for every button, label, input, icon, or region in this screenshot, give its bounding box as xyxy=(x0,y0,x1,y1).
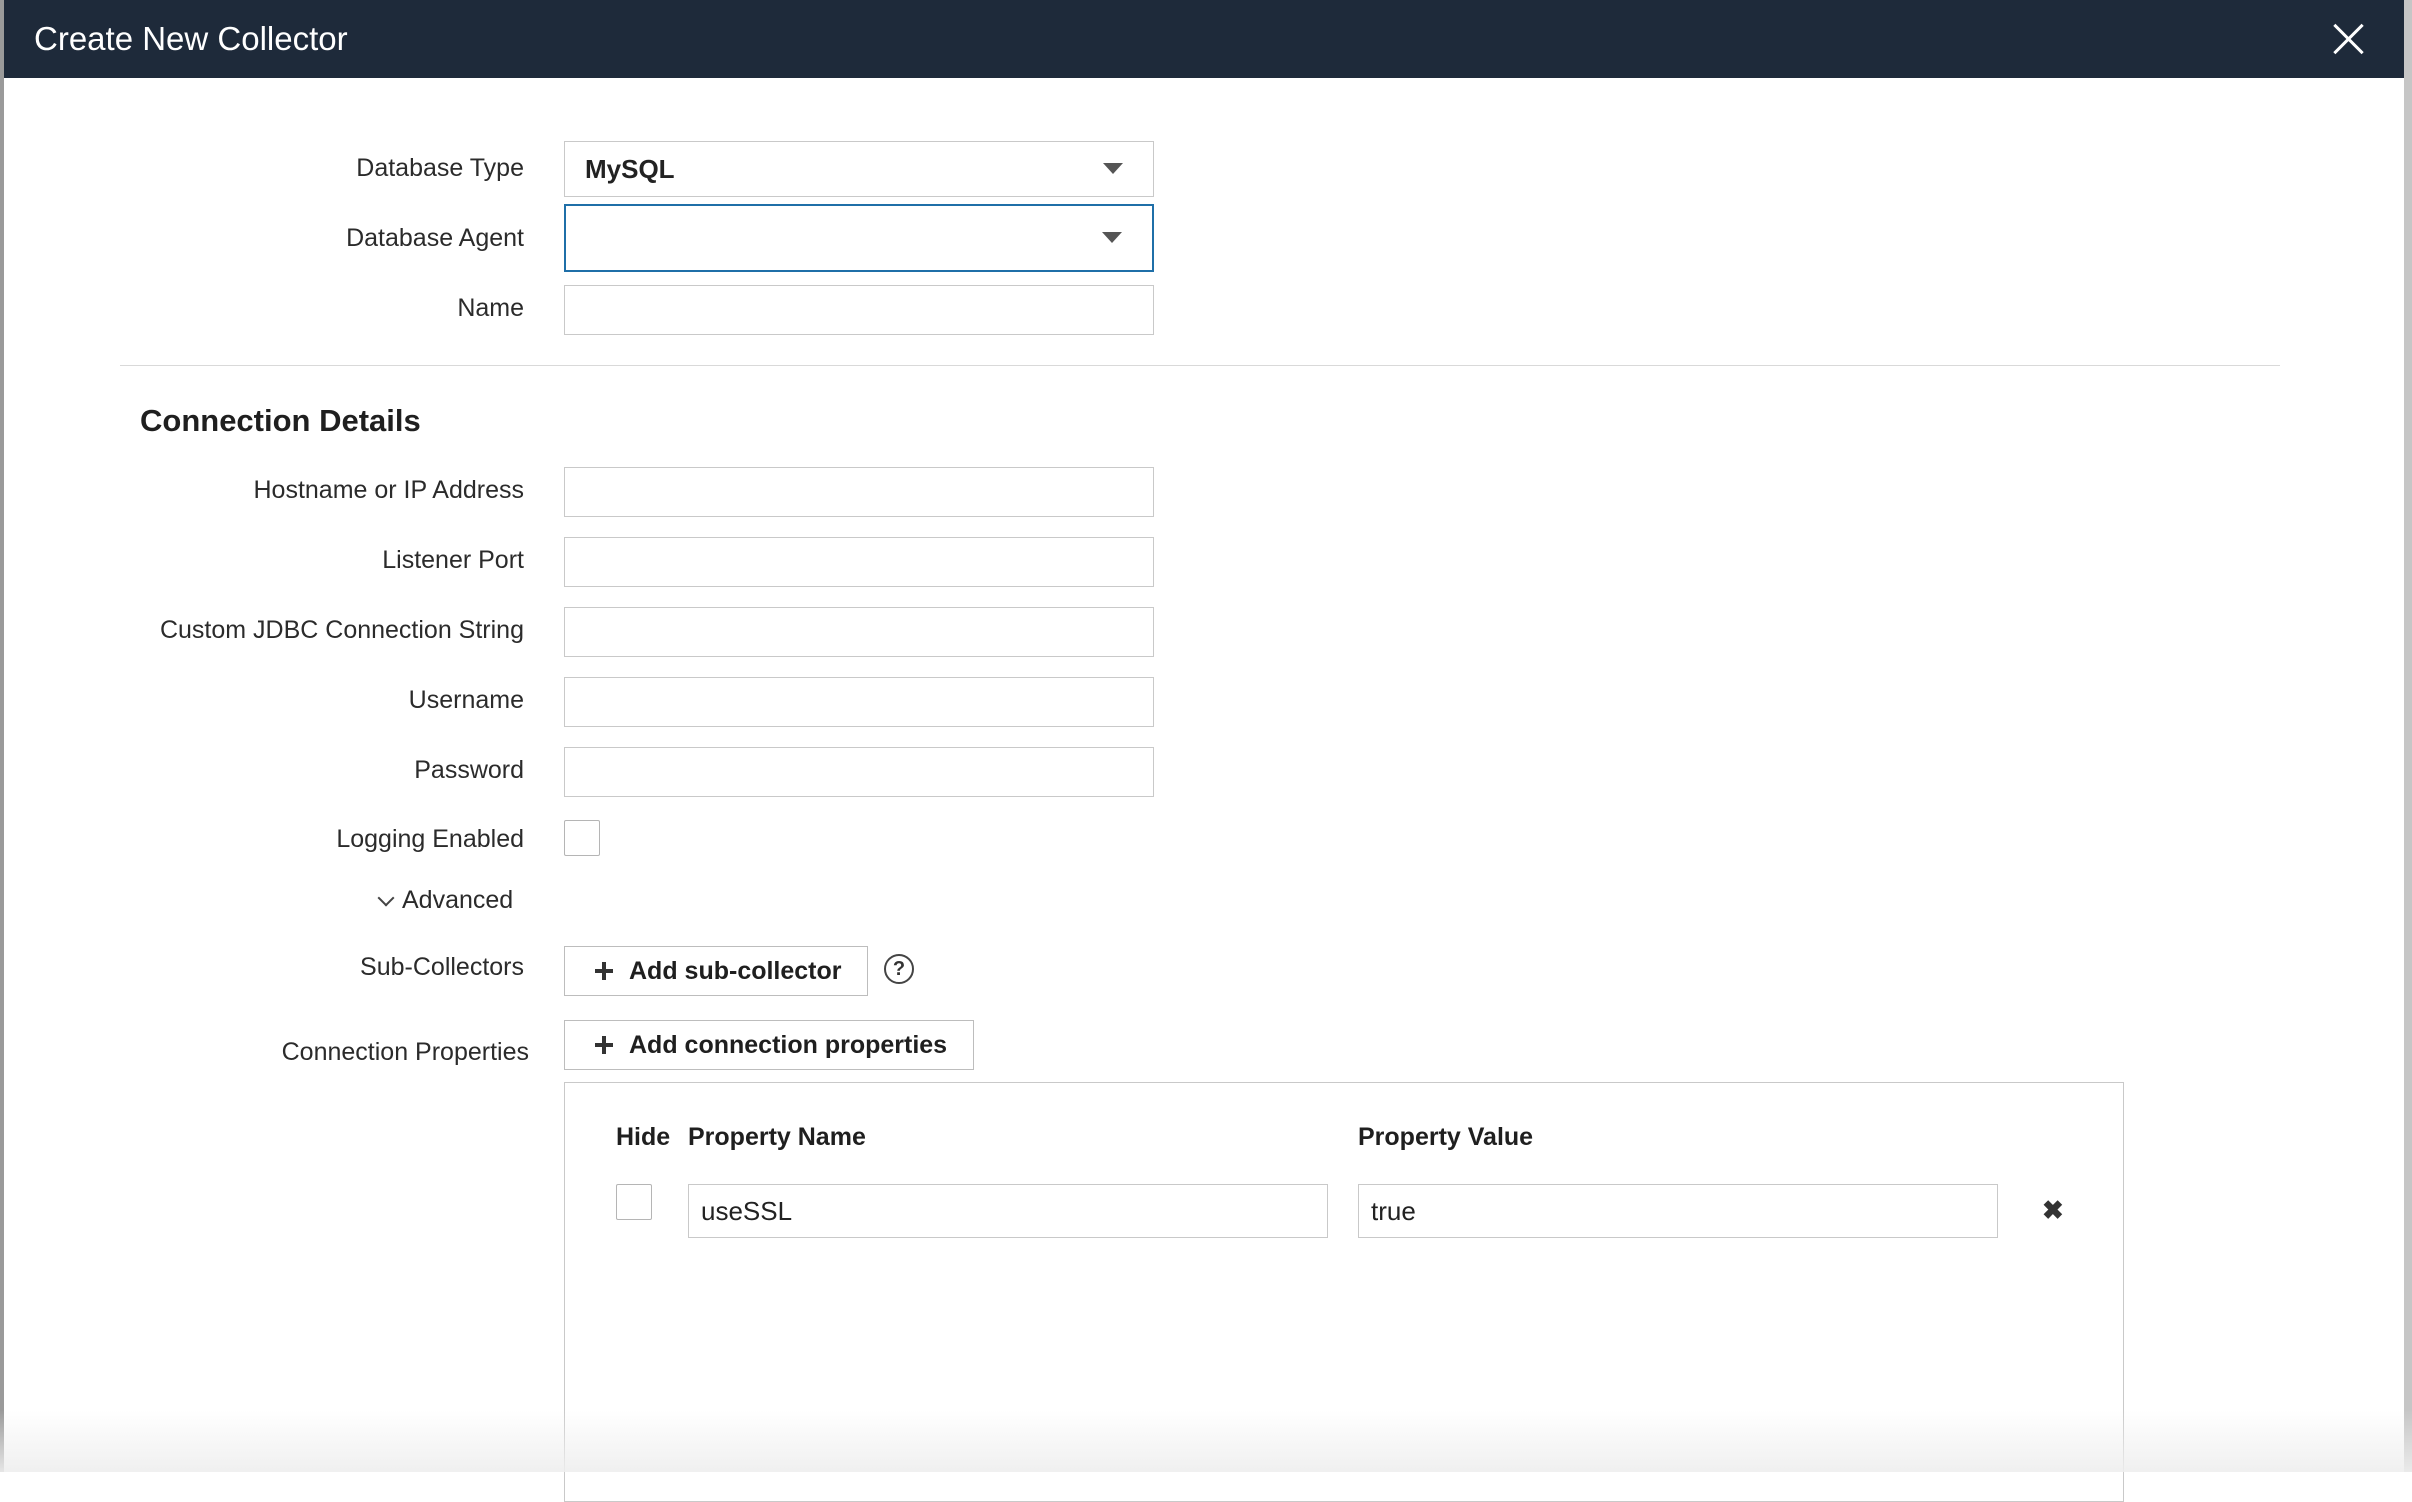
hostname-input[interactable] xyxy=(564,467,1154,517)
backdrop-edge-right xyxy=(2404,0,2412,1472)
close-icon[interactable] xyxy=(2325,15,2373,63)
advanced-label: Advanced xyxy=(402,886,514,914)
connection-details-heading: Connection Details xyxy=(140,403,421,438)
database-type-select[interactable]: MySQL xyxy=(564,141,1154,197)
jdbc-string-input[interactable] xyxy=(564,607,1154,657)
database-agent-label: Database Agent xyxy=(346,224,524,252)
hostname-label: Hostname or IP Address xyxy=(253,476,524,504)
logging-enabled-label: Logging Enabled xyxy=(336,825,524,853)
help-icon-glyph: ? xyxy=(892,957,906,980)
property-value-column-header: Property Value xyxy=(1358,1123,1534,1151)
help-icon[interactable]: ? xyxy=(884,954,914,984)
dialog-title: Create New Collector xyxy=(34,20,348,57)
remove-property-icon[interactable]: ✖ xyxy=(2042,1195,2064,1226)
listener-port-label: Listener Port xyxy=(382,546,524,574)
jdbc-string-label: Custom JDBC Connection String xyxy=(159,616,524,644)
add-sub-collector-button[interactable]: Add sub-collector xyxy=(564,946,868,996)
database-type-label: Database Type xyxy=(356,154,524,182)
username-label: Username xyxy=(408,686,524,714)
logging-enabled-checkbox[interactable] xyxy=(564,820,600,856)
name-input[interactable] xyxy=(564,285,1154,335)
dialog-titlebar: Create New Collector xyxy=(4,0,2404,78)
property-name-column-header: Property Name xyxy=(688,1123,866,1151)
property-name-input[interactable] xyxy=(688,1184,1328,1238)
listener-port-input[interactable] xyxy=(564,537,1154,587)
advanced-toggle[interactable]: Advanced xyxy=(377,886,514,915)
plus-icon xyxy=(595,962,613,980)
hide-property-checkbox[interactable] xyxy=(616,1184,652,1220)
property-value-input[interactable] xyxy=(1358,1184,1998,1238)
add-connection-properties-button[interactable]: Add connection properties xyxy=(564,1020,974,1070)
database-type-value: MySQL xyxy=(585,153,675,184)
add-connection-properties-label: Add connection properties xyxy=(629,1030,948,1059)
password-label: Password xyxy=(414,756,524,784)
section-divider xyxy=(120,365,2280,366)
plus-icon xyxy=(595,1036,613,1054)
chevron-down-icon xyxy=(1103,163,1123,174)
connection-properties-label: Connection Properties xyxy=(281,1038,529,1066)
sub-collectors-label: Sub-Collectors xyxy=(360,953,524,981)
password-input[interactable] xyxy=(564,747,1154,797)
hide-column-header: Hide xyxy=(616,1123,671,1151)
name-label: Name xyxy=(457,294,524,322)
database-agent-select[interactable] xyxy=(564,204,1154,272)
chevron-down-icon xyxy=(1102,232,1122,243)
chevron-down-icon xyxy=(377,889,395,906)
bottom-scroll-fade xyxy=(0,1410,2412,1472)
add-sub-collector-label: Add sub-collector xyxy=(629,956,842,985)
username-input[interactable] xyxy=(564,677,1154,727)
